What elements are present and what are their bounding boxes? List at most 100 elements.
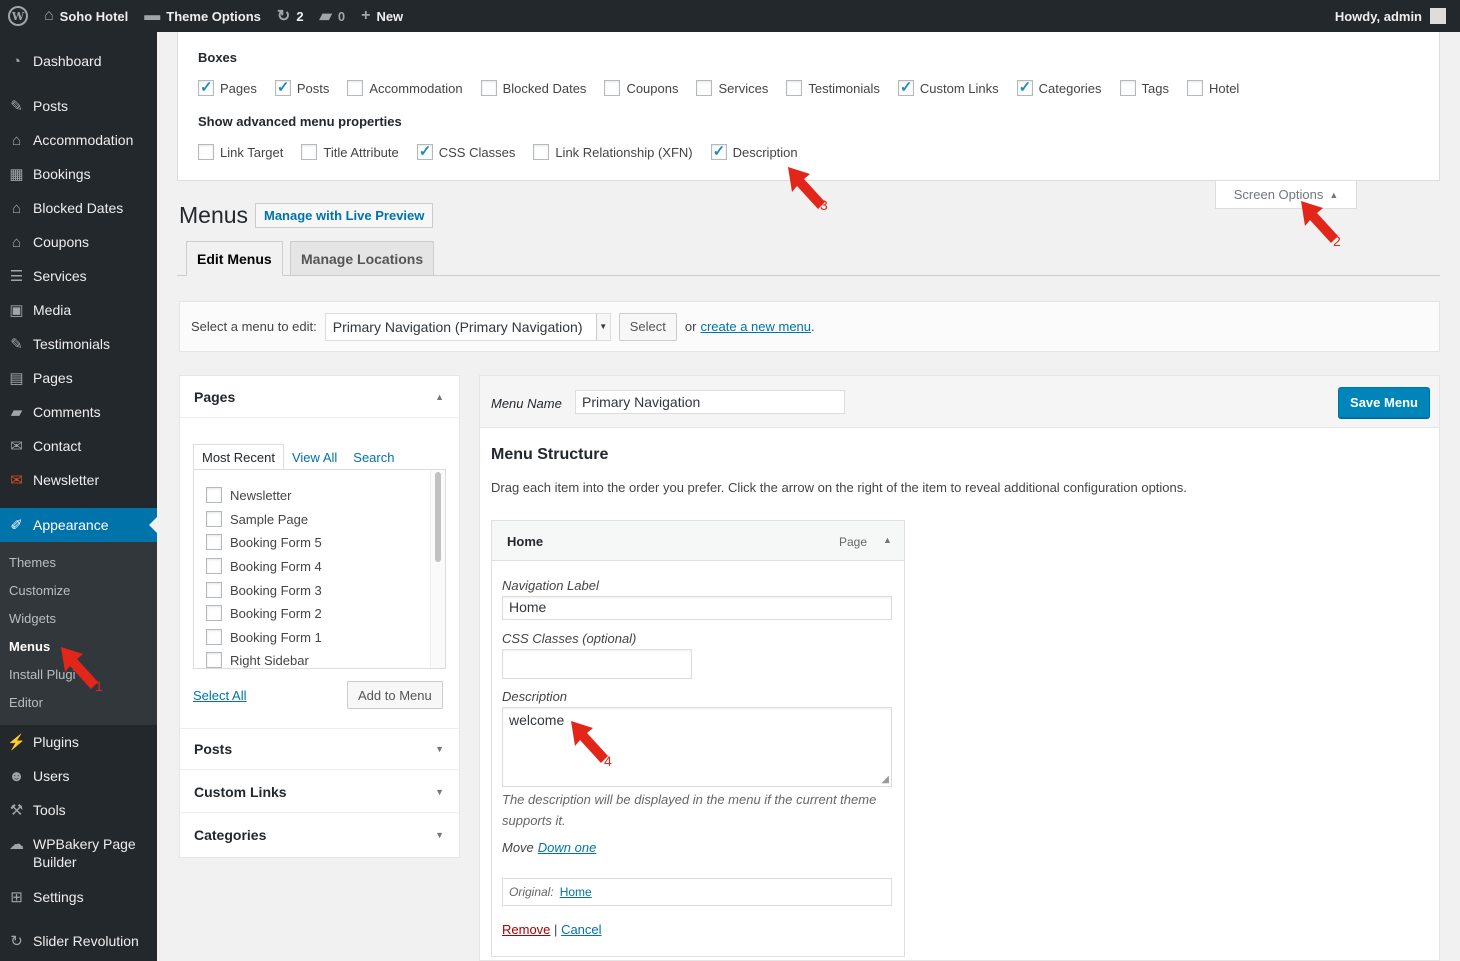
box-tags-checkbox[interactable]: Tags xyxy=(1119,80,1169,96)
adv-description-checkbox[interactable]: Description xyxy=(710,142,798,160)
submenu-widgets[interactable]: Widgets xyxy=(9,611,56,626)
tab-manage-locations[interactable]: Manage Locations xyxy=(290,241,435,276)
checkbox-unchecked[interactable] xyxy=(480,80,497,96)
box-services-checkbox[interactable]: Services xyxy=(696,80,768,96)
list-item[interactable]: Booking Form 1 xyxy=(206,629,322,645)
checkbox-unchecked[interactable] xyxy=(1119,80,1136,96)
wp-logo-menu[interactable]: W xyxy=(0,0,36,32)
checkbox-unchecked[interactable] xyxy=(206,487,222,503)
list-item[interactable]: Booking Form 5 xyxy=(206,534,322,550)
checkbox-unchecked[interactable] xyxy=(206,605,222,621)
checkbox-checked[interactable] xyxy=(274,78,291,96)
sidebar-item-accommodation[interactable]: ⌂ Accommodation xyxy=(0,123,157,157)
checkbox-checked[interactable] xyxy=(897,78,914,96)
sidebar-item-plugins[interactable]: ⚡ Plugins xyxy=(0,725,157,759)
box-testimonials-checkbox[interactable]: Testimonials xyxy=(786,80,880,96)
sidebar-item-coupons[interactable]: ⌂ Coupons xyxy=(0,225,157,259)
create-new-menu-link[interactable]: create a new menu xyxy=(700,319,811,334)
sidebar-item-posts[interactable]: ✎ Posts xyxy=(0,89,157,123)
menu-name-input[interactable]: Primary Navigation xyxy=(575,390,845,414)
accordion-pages[interactable]: Pages ▲ xyxy=(180,376,459,418)
submenu-menus[interactable]: Menus xyxy=(9,639,50,654)
list-item[interactable]: Sample Page xyxy=(206,511,308,527)
tab-edit-menus[interactable]: Edit Menus xyxy=(186,241,283,276)
checkbox-unchecked[interactable] xyxy=(604,80,621,96)
sidebar-item-bookings[interactable]: ▦ Bookings xyxy=(0,157,157,191)
menu-item-handle[interactable]: Home Page ▲ xyxy=(492,521,904,561)
description-textarea[interactable]: welcome ◢ xyxy=(502,707,892,787)
updates-link[interactable]: ↻ 2 xyxy=(269,0,312,32)
caret-up-icon[interactable]: ▲ xyxy=(883,535,892,545)
list-item[interactable]: Booking Form 3 xyxy=(206,582,322,598)
sidebar-item-blocked-dates[interactable]: ⌂ Blocked Dates xyxy=(0,191,157,225)
sidebar-item-wpbakery[interactable]: ☁ WPBakery Page Builder xyxy=(0,831,157,875)
sidebar-item-users[interactable]: ☻ Users xyxy=(0,759,157,793)
accordion-custom-links[interactable]: Custom Links ▼ xyxy=(180,771,459,813)
adv-xfn-checkbox[interactable]: Link Relationship (XFN) xyxy=(533,144,693,160)
site-name-link[interactable]: ⌂ Soho Hotel xyxy=(36,0,136,32)
checkbox-unchecked[interactable] xyxy=(206,534,222,550)
css-classes-input[interactable] xyxy=(502,649,692,679)
scrollbar-thumb[interactable] xyxy=(435,472,441,562)
scrollbar[interactable] xyxy=(430,470,445,668)
sidebar-item-newsletter[interactable]: ✉ Newsletter xyxy=(0,463,157,497)
remove-link[interactable]: Remove xyxy=(502,922,550,937)
add-to-menu-button[interactable]: Add to Menu xyxy=(347,681,443,709)
tab-search[interactable]: Search xyxy=(345,444,402,470)
checkbox-checked[interactable] xyxy=(1016,78,1033,96)
accordion-posts[interactable]: Posts ▼ xyxy=(180,728,459,770)
box-posts-checkbox[interactable]: Posts xyxy=(274,78,329,96)
sidebar-item-dashboard[interactable]: ◔ Dashboard xyxy=(0,44,157,78)
sidebar-item-contact[interactable]: ✉ Contact xyxy=(0,429,157,463)
new-content-link[interactable]: + New xyxy=(353,0,411,32)
box-blocked-dates-checkbox[interactable]: Blocked Dates xyxy=(480,80,586,96)
cancel-link[interactable]: Cancel xyxy=(561,922,601,937)
sidebar-item-appearance[interactable]: ✐ Appearance xyxy=(0,508,157,542)
checkbox-unchecked[interactable] xyxy=(786,80,803,96)
box-pages-checkbox[interactable]: Pages xyxy=(198,78,257,96)
checkbox-unchecked[interactable] xyxy=(206,511,222,527)
comments-link[interactable]: ▰ 0 xyxy=(312,0,354,32)
select-button[interactable]: Select xyxy=(618,312,677,341)
accordion-categories[interactable]: Categories ▼ xyxy=(180,814,459,856)
manage-live-preview-button[interactable]: Manage with Live Preview xyxy=(255,203,434,228)
checkbox-checked[interactable] xyxy=(710,142,727,160)
my-account-link[interactable]: Howdy, admin xyxy=(1327,0,1454,32)
checkbox-unchecked[interactable] xyxy=(198,144,214,160)
list-item[interactable]: Booking Form 4 xyxy=(206,558,322,574)
adv-title-attribute-checkbox[interactable]: Title Attribute xyxy=(301,144,399,160)
box-coupons-checkbox[interactable]: Coupons xyxy=(604,80,678,96)
theme-options-link[interactable]: ▬ Theme Options xyxy=(136,0,269,32)
box-custom-links-checkbox[interactable]: Custom Links xyxy=(897,78,999,96)
checkbox-checked[interactable] xyxy=(198,78,214,96)
sidebar-item-services[interactable]: ☰ Services xyxy=(0,259,157,293)
submenu-customize[interactable]: Customize xyxy=(9,583,70,598)
checkbox-unchecked[interactable] xyxy=(301,144,318,160)
sidebar-item-comments[interactable]: ▰ Comments xyxy=(0,395,157,429)
select-all-link[interactable]: Select All xyxy=(193,688,246,703)
submenu-themes[interactable]: Themes xyxy=(9,555,56,570)
sidebar-item-pages[interactable]: ▤ Pages xyxy=(0,361,157,395)
original-link[interactable]: Home xyxy=(560,885,592,899)
sidebar-item-testimonials[interactable]: ✎ Testimonials xyxy=(0,327,157,361)
sidebar-item-media[interactable]: ▣ Media xyxy=(0,293,157,327)
sidebar-item-slider-revolution[interactable]: ↻ Slider Revolution xyxy=(0,924,157,958)
checkbox-unchecked[interactable] xyxy=(696,80,713,96)
sidebar-item-tools[interactable]: ⚒ Tools xyxy=(0,793,157,827)
checkbox-unchecked[interactable] xyxy=(347,80,364,96)
tab-view-all[interactable]: View All xyxy=(284,444,345,470)
checkbox-unchecked[interactable] xyxy=(206,582,222,598)
checkbox-unchecked[interactable] xyxy=(533,144,550,160)
submenu-editor[interactable]: Editor xyxy=(9,695,43,710)
resize-grip-icon[interactable]: ◢ xyxy=(881,774,889,785)
sidebar-item-settings[interactable]: ⊞ Settings xyxy=(0,880,157,914)
adv-link-target-checkbox[interactable]: Link Target xyxy=(198,144,283,160)
list-item[interactable]: Booking Form 2 xyxy=(206,605,322,621)
checkbox-checked[interactable] xyxy=(416,142,433,160)
move-down-one-link[interactable]: Down one xyxy=(538,840,597,855)
checkbox-unchecked[interactable] xyxy=(206,629,222,645)
list-item[interactable]: Right Sidebar xyxy=(206,652,309,668)
menu-select-dropdown[interactable]: Primary Navigation (Primary Navigation) ▼ xyxy=(324,312,611,341)
checkbox-unchecked[interactable] xyxy=(206,558,222,574)
tab-most-recent[interactable]: Most Recent xyxy=(193,444,284,470)
